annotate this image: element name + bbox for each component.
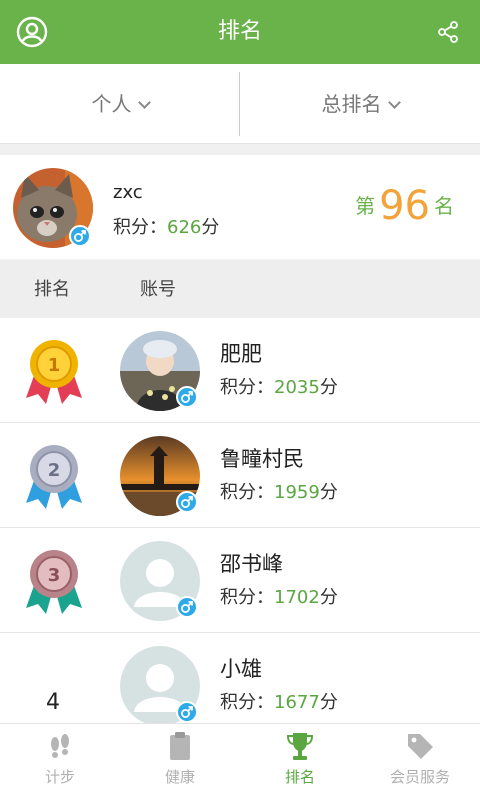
my-rank-card: zxc 积分：626分 第 96 名 bbox=[0, 155, 480, 259]
scope-dropdown[interactable]: 个人 bbox=[0, 64, 240, 144]
svg-text:1: 1 bbox=[48, 355, 61, 376]
score-label: 积分： bbox=[220, 377, 274, 398]
gold-medal-icon: 1 bbox=[26, 340, 82, 404]
male-gender-icon bbox=[176, 596, 198, 618]
list-item[interactable]: 2 鲁疃村民 积分：1959分 bbox=[0, 423, 480, 528]
list-column-header: 排名 账号 bbox=[0, 261, 480, 318]
male-gender-icon bbox=[176, 701, 198, 723]
rank-prefix: 第 bbox=[355, 194, 376, 218]
range-label: 总排名 bbox=[321, 92, 382, 116]
tab-label: 计步 bbox=[44, 768, 75, 786]
tab-label: 会员服务 bbox=[389, 768, 450, 786]
score-value: 1959 bbox=[274, 482, 320, 503]
tag-icon bbox=[408, 734, 433, 759]
player-score: 积分：1677分 bbox=[220, 688, 338, 714]
filter-bar: 个人 总排名 bbox=[0, 64, 480, 144]
silver-medal-icon: 2 bbox=[26, 445, 82, 509]
list-item[interactable]: 3 邵书峰 积分：1702分 bbox=[0, 528, 480, 633]
player-name: 肥肥 bbox=[220, 342, 262, 366]
male-gender-icon bbox=[176, 491, 198, 513]
score-unit: 分 bbox=[201, 217, 220, 238]
range-dropdown[interactable]: 总排名 bbox=[240, 64, 480, 144]
player-name: 鲁疃村民 bbox=[220, 447, 304, 471]
tab-health[interactable]: 健康 bbox=[120, 724, 240, 800]
score-value: 626 bbox=[167, 217, 202, 238]
score-label: 积分： bbox=[113, 217, 167, 238]
score-unit: 分 bbox=[319, 482, 338, 503]
player-score: 积分：2035分 bbox=[220, 373, 338, 399]
my-score: 积分：626分 bbox=[113, 213, 219, 239]
trophy-icon bbox=[286, 733, 314, 760]
rank-suffix: 名 bbox=[434, 194, 454, 218]
clipboard-icon bbox=[170, 732, 190, 760]
bronze-medal-icon: 3 bbox=[26, 550, 82, 614]
player-name: 小雄 bbox=[220, 657, 262, 681]
tab-label: 排名 bbox=[284, 768, 315, 786]
ranking-list[interactable]: 1 肥肥 积分：2035分 2 鲁疃村民 积分：1959分 3 邵书峰 积分：1… bbox=[0, 318, 480, 723]
svg-text:2: 2 bbox=[48, 460, 61, 481]
my-rank: 第 96 名 bbox=[355, 183, 454, 229]
score-unit: 分 bbox=[319, 587, 338, 608]
footprints-icon bbox=[51, 734, 69, 758]
share-icon[interactable] bbox=[436, 20, 460, 44]
page-title: 排名 bbox=[217, 19, 262, 44]
rank-number: 4 bbox=[46, 690, 60, 715]
player-name: 邵书峰 bbox=[220, 552, 283, 576]
chevron-down-icon bbox=[137, 96, 151, 109]
tab-label: 健康 bbox=[164, 768, 195, 786]
male-gender-icon bbox=[69, 225, 91, 247]
scope-label: 个人 bbox=[91, 92, 132, 116]
svg-text:3: 3 bbox=[48, 565, 61, 586]
chevron-down-icon bbox=[387, 96, 401, 109]
score-label: 积分： bbox=[220, 482, 274, 503]
male-gender-icon bbox=[176, 386, 198, 408]
score-value: 2035 bbox=[274, 377, 320, 398]
app-header: 排名 bbox=[0, 0, 480, 64]
tab-steps[interactable]: 计步 bbox=[0, 724, 120, 800]
player-score: 积分：1959分 bbox=[220, 478, 338, 504]
score-unit: 分 bbox=[319, 692, 338, 713]
score-value: 1702 bbox=[274, 587, 320, 608]
list-item[interactable]: 1 肥肥 积分：2035分 bbox=[0, 318, 480, 423]
bottom-tab-bar: 计步 健康 排名 会员服务 bbox=[0, 723, 480, 800]
player-score: 积分：1702分 bbox=[220, 583, 338, 609]
score-label: 积分： bbox=[220, 692, 274, 713]
rank-value: 96 bbox=[379, 183, 430, 229]
score-value: 1677 bbox=[274, 692, 320, 713]
tab-ranking[interactable]: 排名 bbox=[240, 724, 360, 800]
score-label: 积分： bbox=[220, 587, 274, 608]
tab-membership[interactable]: 会员服务 bbox=[360, 724, 480, 800]
column-rank-label: 排名 bbox=[34, 279, 70, 300]
column-account-label: 账号 bbox=[140, 279, 176, 300]
list-item[interactable]: 4 小雄 积分：1677分 bbox=[0, 633, 480, 723]
score-unit: 分 bbox=[319, 377, 338, 398]
my-username: zxc bbox=[113, 182, 143, 203]
